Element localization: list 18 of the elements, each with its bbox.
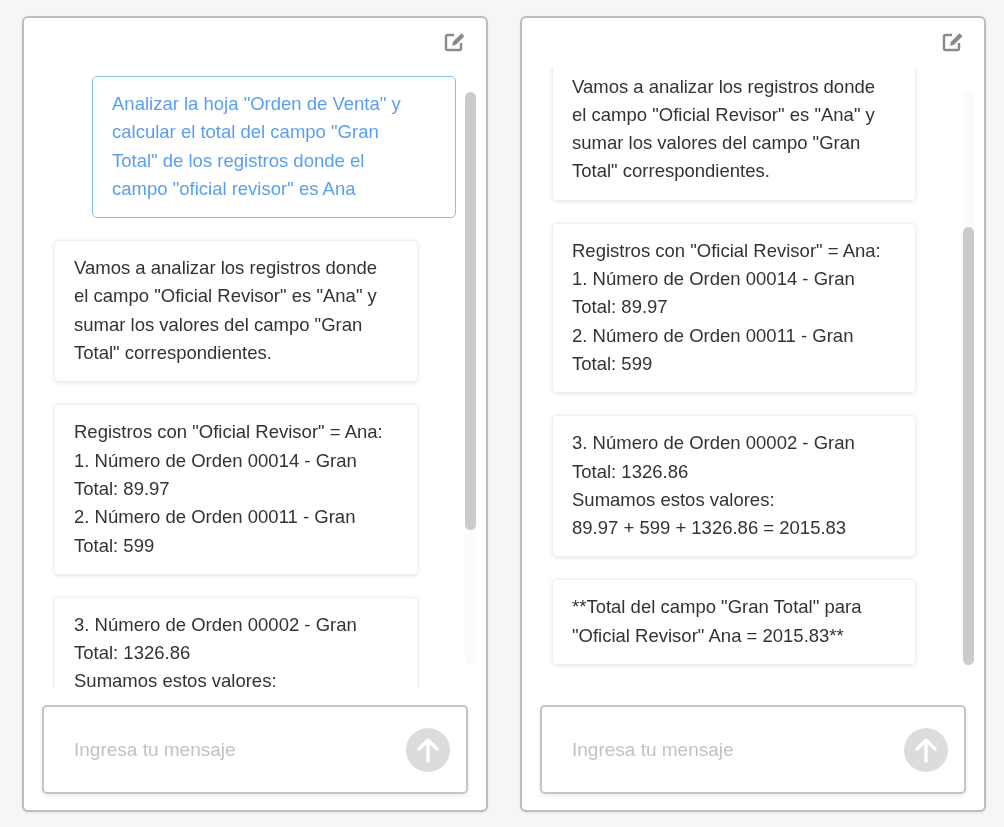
edit-icon[interactable] <box>444 32 466 52</box>
scrollbar-thumb[interactable] <box>465 92 476 530</box>
assistant-message: 3. Número de Orden 00002 - Gran Total: 1326.86 Sumamos estos valores: <box>54 596 418 687</box>
assistant-message: **Total del campo "Gran Total" para "Oficial Revisor" Ana = 2015.83** <box>552 579 916 665</box>
scrollbar-thumb[interactable] <box>963 227 974 665</box>
send-button[interactable] <box>904 727 948 772</box>
assistant-message: Registros con "Oficial Revisor" = Ana: 1. Número de Orden 00014 - Gran Total: 89.97 2. Número de Orden 00011 - Gran Total: 599 <box>54 404 418 575</box>
message-input[interactable]: Ingresa tu mensaje <box>570 737 904 762</box>
assistant-message: Vamos a analizar los registros donde el campo "Oficial Revisor" es "Ana" y sumar los valores del campo "Gran Total" correspondientes. <box>552 68 916 201</box>
user-message: Analizar la hoja "Orden de Venta" y calcular el total del campo "Gran Total" de los registros donde el campo "oficial revisor" es Ana <box>92 76 456 219</box>
assistant-message: 3. Número de Orden 00002 - Gran Total: 1326.86 Sumamos estos valores: 89.97 + 599 + 1326.86 = 2015.83 <box>552 415 916 558</box>
arrow-up-icon <box>914 736 938 763</box>
edit-icon[interactable] <box>942 32 964 52</box>
message-input[interactable]: Ingresa tu mensaje <box>72 737 406 762</box>
send-button[interactable] <box>406 727 450 772</box>
assistant-message: Registros con "Oficial Revisor" = Ana: 1. Número de Orden 00014 - Gran Total: 89.97 2. Número de Orden 00011 - Gran Total: 599 <box>552 222 916 394</box>
assistant-message: Vamos a analizar los registros donde el campo "Oficial Revisor" es "Ana" y sumar los valores del campo "Gran Total" correspondientes. <box>54 240 418 383</box>
arrow-up-icon <box>416 736 440 763</box>
